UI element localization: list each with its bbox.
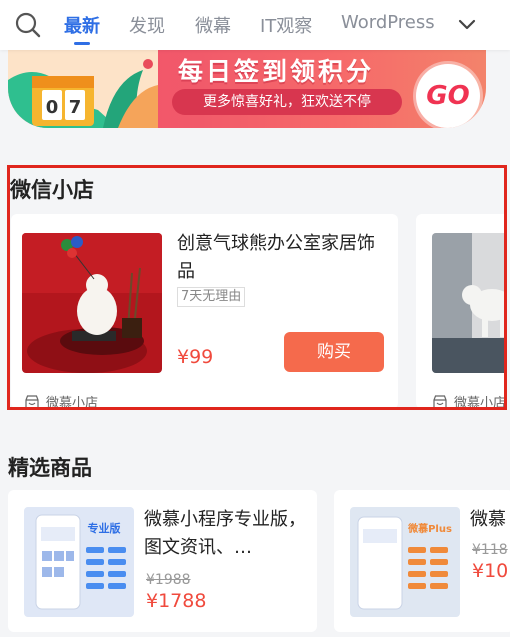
product-price: ¥1788 xyxy=(146,590,207,612)
product-image xyxy=(22,233,162,373)
product-image-heading: 专业版 xyxy=(88,521,121,535)
banner-title: 每日签到领积分 xyxy=(178,57,375,86)
store-label[interactable]: 微慕小店 xyxy=(432,392,507,410)
original-price: ¥118 xyxy=(472,542,508,558)
wechat-store-section: 微信小店 创意气球熊办公室家居饰品 7天无理由 ¥99 购买 微慕小店 微慕小店 xyxy=(7,165,507,410)
top-nav: 最新 发现 微幕 IT观察 WordPress xyxy=(0,0,510,50)
original-price: ¥1988 xyxy=(146,572,191,588)
go-button[interactable]: GO xyxy=(416,64,480,128)
product-price: ¥99 xyxy=(177,346,214,368)
svg-text:0: 0 xyxy=(46,97,59,118)
product-card[interactable]: 创意气球熊办公室家居饰品 7天无理由 ¥99 购买 微慕小店 xyxy=(11,214,398,410)
product-name[interactable]: 微慕小程序专业版，图文资讯、… xyxy=(144,506,309,562)
product-card[interactable]: 微慕小店 xyxy=(416,214,507,410)
banner-subtitle: 更多惊喜好礼，狂欢送不停 xyxy=(172,89,402,115)
store-label[interactable]: 微慕小店 xyxy=(24,392,99,410)
store-name: 微慕小店 xyxy=(454,396,507,410)
section-title-wechat-store: 微信小店 xyxy=(10,178,94,202)
chevron-down-icon[interactable] xyxy=(456,14,478,36)
featured-product-card[interactable]: 微慕Plus 微慕 ¥118 ¥10 xyxy=(334,490,510,632)
product-image xyxy=(432,233,504,373)
tab-discover[interactable]: 发现 xyxy=(129,12,165,38)
store-name: 微慕小店 xyxy=(46,396,99,410)
tab-weimu[interactable]: 微幕 xyxy=(195,12,231,38)
section-title-featured: 精选商品 xyxy=(8,456,92,480)
product-image-heading: 微慕Plus xyxy=(407,522,452,535)
product-tag: 7天无理由 xyxy=(177,287,246,307)
buy-button[interactable]: 购买 xyxy=(284,332,384,372)
store-icon xyxy=(25,394,39,407)
tab-latest[interactable]: 最新 xyxy=(64,12,100,45)
tab-it-observe[interactable]: IT观察 xyxy=(260,12,312,38)
checkin-banner[interactable]: 0 7 每日签到领积分 更多惊喜好礼，狂欢送不停 GO xyxy=(8,50,486,128)
product-name[interactable]: 微慕 xyxy=(470,506,510,534)
store-icon xyxy=(433,394,447,407)
svg-text:7: 7 xyxy=(69,97,82,118)
product-image: 微慕Plus xyxy=(350,507,460,617)
product-price: ¥10 xyxy=(472,560,509,582)
featured-product-card[interactable]: 专业版 微慕小程序专业版，图文资讯、… ¥1988 ¥1788 xyxy=(8,490,317,632)
product-name[interactable]: 创意气球熊办公室家居饰品 xyxy=(177,230,382,286)
product-image: 专业版 xyxy=(24,507,134,617)
tab-wordpress[interactable]: WordPress xyxy=(341,12,435,33)
search-icon[interactable] xyxy=(14,11,42,39)
calendar-gift-illustration: 0 7 xyxy=(8,50,158,128)
